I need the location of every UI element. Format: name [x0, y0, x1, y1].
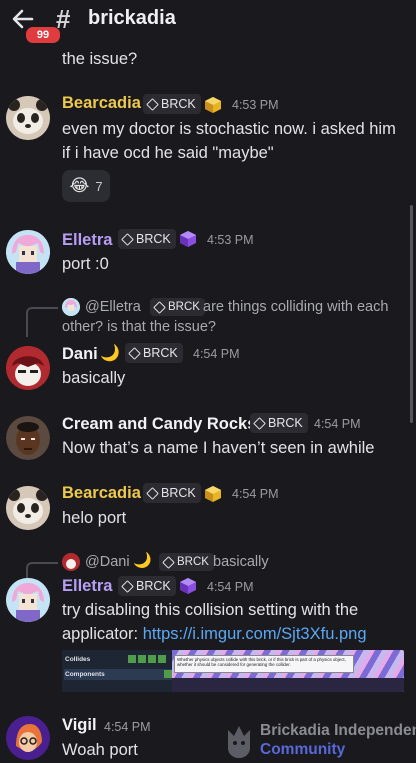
- server-tag[interactable]: BRCK: [118, 576, 176, 596]
- reply-server-tag: BRCK: [150, 298, 205, 316]
- message-text: applicator:: [62, 625, 143, 643]
- author-name[interactable]: Elletra: [62, 577, 112, 596]
- laughing-emoji-icon: 😂: [69, 176, 90, 195]
- brck-tag-icon: [146, 486, 159, 500]
- server-tag-label: BRCK: [136, 232, 171, 246]
- server-tag-label: BRCK: [143, 346, 178, 360]
- community-logo-icon: [228, 726, 250, 758]
- reply-avatar: [62, 553, 80, 571]
- server-tag-label: BRCK: [136, 579, 171, 593]
- server-tag-label: BRCK: [268, 416, 303, 430]
- brck-tag-icon: [146, 97, 159, 111]
- message-line: Now that’s a name I haven’t seen in awhi…: [62, 439, 375, 457]
- watermark-subtitle: Community: [260, 741, 346, 758]
- community-watermark: Brickadia Independent Community: [222, 722, 416, 763]
- avatar[interactable]: [6, 230, 50, 274]
- author-name[interactable]: Bearcadia: [62, 484, 141, 503]
- reaction-count: 7: [95, 178, 103, 194]
- avatar[interactable]: [6, 578, 50, 622]
- server-tag[interactable]: BRCK: [143, 94, 201, 114]
- channel-header: 99 # brickadia: [0, 0, 416, 45]
- reply-mention[interactable]: @Dani: [85, 552, 130, 572]
- preview-floor: [172, 678, 404, 692]
- server-tag[interactable]: BRCK: [143, 483, 201, 503]
- reply-server-tag: BRCK: [159, 553, 214, 571]
- reply-connector: [26, 307, 58, 337]
- message-line: helo port: [62, 509, 127, 527]
- embed-row-label: Collides: [65, 656, 91, 663]
- scrollbar[interactable]: [410, 205, 413, 423]
- gold-cube-icon: [205, 486, 221, 502]
- brck-tag-icon: [121, 579, 134, 593]
- message-line: even my doctor is stochastic now. i aske…: [62, 120, 396, 138]
- server-tag[interactable]: BRCK: [118, 229, 176, 249]
- timestamp: 4:53 PM: [232, 98, 279, 112]
- gold-cube-icon: [205, 97, 221, 113]
- message-line: Woah port: [62, 741, 138, 759]
- toggle-icon: [138, 655, 146, 663]
- message-line: basically: [62, 369, 126, 387]
- author-name[interactable]: Vigil: [62, 716, 97, 735]
- timestamp: 4:54 PM: [193, 347, 240, 361]
- avatar[interactable]: [6, 486, 50, 530]
- image-link[interactable]: https://i.imgur.com/Sjt3Xfu.png: [143, 625, 367, 643]
- checkbox-icon: [164, 670, 172, 678]
- toggle-icon: [148, 655, 156, 663]
- toggle-icon: [128, 655, 136, 663]
- watermark-title: Brickadia Independent: [260, 722, 416, 739]
- moon-emoji-icon: 🌙: [100, 345, 120, 362]
- avatar[interactable]: [6, 716, 50, 760]
- embed-row-label: Components: [65, 671, 105, 678]
- timestamp: 4:54 PM: [104, 720, 151, 734]
- purple-cube-icon: [180, 231, 196, 247]
- author-name[interactable]: Bearcadia: [62, 94, 141, 113]
- brck-tag-icon: [121, 232, 134, 246]
- server-tag[interactable]: BRCK: [250, 413, 308, 433]
- brck-tag-icon: [128, 346, 141, 360]
- timestamp: 4:54 PM: [232, 487, 279, 501]
- brck-tag-icon: [153, 300, 166, 314]
- reply-avatar: [62, 298, 80, 316]
- author-name[interactable]: Cream and Candy Rocks: [62, 415, 256, 434]
- author-name[interactable]: Elletra: [62, 231, 112, 250]
- reply-preview[interactable]: basically: [213, 552, 269, 572]
- reply-connector: [26, 562, 58, 578]
- timestamp: 4:53 PM: [207, 233, 254, 247]
- brck-tag-icon: [253, 416, 266, 430]
- avatar[interactable]: [6, 416, 50, 460]
- avatar[interactable]: [6, 346, 50, 390]
- channel-name[interactable]: brickadia: [88, 7, 176, 30]
- avatar[interactable]: [6, 96, 50, 140]
- purple-cube-icon: [180, 578, 196, 594]
- reply-preview[interactable]: other? is that the issue?: [62, 317, 216, 337]
- server-tag-label: BRCK: [168, 301, 200, 313]
- timestamp: 4:54 PM: [207, 580, 254, 594]
- image-embed[interactable]: Collides Components Whether physics obje…: [62, 650, 404, 692]
- timestamp: 4:54 PM: [314, 417, 361, 431]
- reply-mention[interactable]: @Elletra: [85, 297, 141, 317]
- toggle-icon: [158, 655, 166, 663]
- message-continuation: the issue?: [62, 50, 138, 68]
- server-tag[interactable]: BRCK: [125, 343, 183, 363]
- brck-tag-icon: [162, 555, 175, 569]
- channel-hash-icon: #: [56, 4, 71, 34]
- moon-emoji-icon: 🌙: [133, 552, 152, 569]
- reaction-pill[interactable]: 😂 7: [62, 170, 110, 202]
- reply-preview[interactable]: are things colliding with each: [203, 297, 388, 317]
- message-line: port :0: [62, 255, 109, 273]
- message-line: try disabling this collision setting wit…: [62, 601, 359, 619]
- message-line: applicator: https://i.imgur.com/Sjt3Xfu.…: [62, 622, 367, 646]
- server-tag-label: BRCK: [161, 97, 196, 111]
- message-line: if i have ocd he said "maybe": [62, 144, 274, 162]
- server-tag-label: BRCK: [177, 556, 209, 568]
- tooltip: Whether physics objects collide with thi…: [174, 655, 354, 673]
- server-tag-label: BRCK: [161, 486, 196, 500]
- author-name[interactable]: Dani: [62, 345, 98, 364]
